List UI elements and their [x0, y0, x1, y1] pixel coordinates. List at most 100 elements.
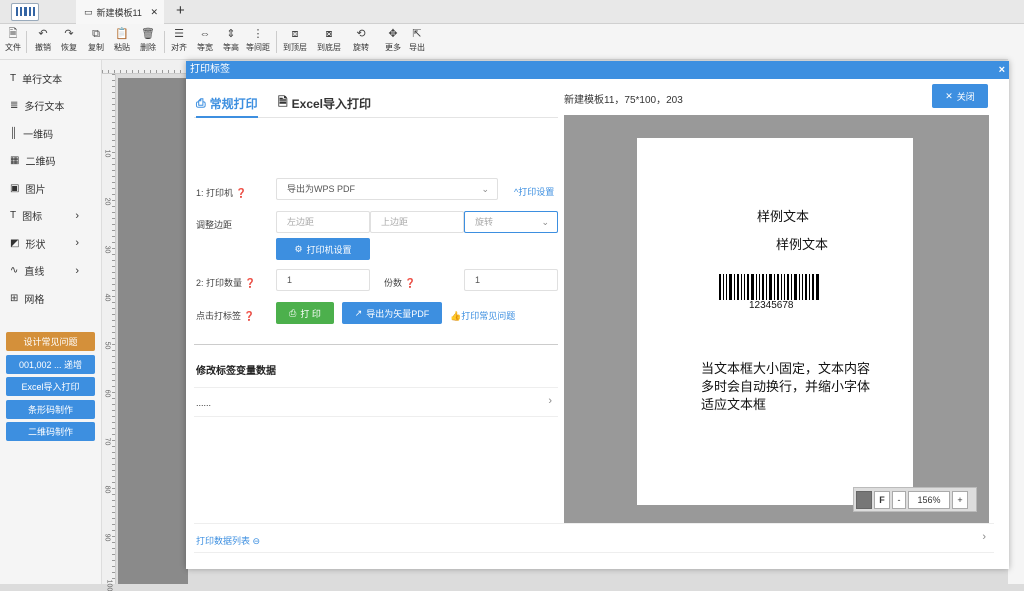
sidebar-button-2[interactable]: Excel导入打印: [6, 377, 95, 396]
variables-row[interactable]: ...... ›: [194, 387, 558, 417]
chevron-right-icon: ›: [75, 264, 79, 277]
print-button[interactable]: ⎙ 打 印: [276, 302, 334, 324]
sidebar-item-1[interactable]: ≣ 多行文本: [10, 97, 95, 115]
sidebar-item-label: 直线: [24, 267, 45, 278]
barcode-bar: [756, 274, 757, 300]
toolbar-button-14[interactable]: ⇱ 导出: [402, 27, 432, 53]
arrow-up-right-icon: ↗: [354, 307, 363, 318]
toolbar-button-5[interactable]: 🗑 删除: [133, 27, 163, 53]
sidebar-item-6[interactable]: ◩ 形状 ›: [10, 234, 95, 252]
image-icon: ▣: [10, 182, 20, 194]
ruler-mark: 20: [103, 197, 111, 206]
print-faq-link[interactable]: 👍打印常见问题: [450, 309, 515, 322]
sidebar-item-7[interactable]: ∿ 直线 ›: [10, 262, 95, 280]
tab-template[interactable]: ▭ 新建模板11 ✕: [76, 0, 164, 24]
tab-normal-print[interactable]: ⎙ 常规打印: [196, 90, 258, 118]
toolbar-label: 文件: [5, 43, 21, 52]
close-preview-button[interactable]: ✕ 关闭: [932, 84, 988, 108]
copies-input[interactable]: 1: [464, 269, 558, 291]
barcode-bar: [769, 274, 772, 300]
sidebar-item-label: 二维码: [25, 157, 56, 168]
quantity-input[interactable]: 1: [276, 269, 370, 291]
printer-settings-link[interactable]: ^打印设置: [514, 185, 554, 198]
sidebar-item-5[interactable]: T 图标 ›: [10, 207, 95, 225]
sidebar-item-0[interactable]: T 单行文本: [10, 69, 95, 87]
sidebar-item-2[interactable]: ║ 一维码: [10, 124, 95, 142]
chevron-down-icon: ⌄: [541, 217, 549, 227]
rotate-select[interactable]: 旋转 ⌄: [464, 211, 558, 233]
zoom-in-button[interactable]: +: [952, 490, 968, 509]
sidebar-item-label: 图标: [22, 212, 43, 223]
preview-header: 新建模板11，75*100，203: [564, 95, 683, 106]
toolbar-label: 导出: [409, 43, 425, 52]
dialog-close-icon[interactable]: ×: [999, 61, 1005, 79]
barcode-bar: [791, 274, 792, 300]
document-icon: ▭: [84, 6, 93, 17]
ruler-left: 10 20 30 40 50 60 70 80 90 100: [102, 74, 116, 591]
toolbar-button-12[interactable]: ⟲ 旋转: [346, 27, 376, 53]
sidebar-button-3[interactable]: 条形码制作: [6, 399, 95, 419]
tab-close-icon[interactable]: ✕: [150, 7, 158, 18]
tab-excel-print[interactable]: 🗎 Excel导入打印: [278, 90, 371, 116]
toolbar-button-9[interactable]: ⋮ 等间距: [243, 27, 273, 53]
top-margin-input[interactable]: 上边距: [370, 211, 464, 233]
sidebar-button-0[interactable]: 设计常见问题: [6, 332, 95, 351]
left-margin-input[interactable]: 左边距: [276, 211, 370, 233]
toolbar-separator: [164, 31, 165, 53]
help-icon: ❓: [404, 278, 416, 288]
toolbar-label: 对齐: [171, 43, 187, 52]
new-tab-button[interactable]: +: [176, 2, 185, 19]
toolbar-label: 等宽: [197, 43, 213, 52]
barcode-bar: [809, 274, 810, 300]
rotate-icon: ⟲: [356, 28, 366, 40]
label-preview: 样例文本 样例文本 12345678 当文本框大小固定，文本内容多时会自动换行，…: [564, 115, 989, 524]
divider: [194, 344, 558, 345]
barcode-bar: [726, 274, 727, 300]
sidebar-item-8[interactable]: ⊞ 网格: [10, 289, 95, 307]
sample-text-1: 样例文本: [757, 209, 810, 224]
toolbar-button-2[interactable]: ↷ 恢复: [54, 27, 84, 53]
barcode-bar: [741, 274, 742, 300]
toolbar-button-8[interactable]: ⇕ 等高: [216, 27, 246, 53]
sidebar-item-4[interactable]: ▣ 图片: [10, 179, 95, 197]
barcode-bar: [766, 274, 767, 300]
sidebar-button-1[interactable]: 001,002 ... 递增: [6, 354, 95, 374]
toolbar-button-10[interactable]: ⧈ 到顶层: [280, 27, 310, 53]
equal-height-icon: ⇕: [226, 28, 236, 40]
barcode-bar: [794, 274, 797, 300]
sample-text-2: 样例文本: [776, 237, 829, 252]
toolbar-label: 删除: [140, 43, 156, 52]
tab-normal-label: 常规打印: [209, 96, 258, 111]
sidebar-item-3[interactable]: ▦ 二维码: [10, 152, 95, 170]
help-icon: ❓: [243, 311, 255, 321]
zoom-fit-button[interactable]: F: [874, 490, 890, 509]
printer-select[interactable]: 导出为WPS PDF ⌄: [276, 178, 498, 200]
toolbar-label: 粘贴: [114, 43, 130, 52]
toolbar-button-11[interactable]: ⧇ 到底层: [314, 27, 344, 53]
printer-label: 1: 打印机 ❓: [196, 188, 247, 198]
barcode-bar: [729, 274, 732, 300]
sidebar-item-label: 多行文本: [24, 102, 65, 113]
toolbar-button-0[interactable]: 🗎 文件: [0, 27, 28, 53]
toolbar-label: 等间距: [246, 43, 270, 52]
toolbar-label: 到顶层: [283, 43, 307, 52]
tab-title: 新建模板11: [96, 7, 142, 18]
barcode-bar: [812, 274, 814, 300]
barcode-bar: [762, 274, 764, 300]
zoom-out-button[interactable]: -: [892, 490, 906, 509]
icon-icon: T: [10, 210, 17, 221]
app-logo: [11, 3, 39, 21]
sample-paragraph: 当文本框大小固定，文本内容多时会自动换行，并缩小字体适应文本框: [701, 361, 871, 412]
print-data-list-bar[interactable]: 打印数据列表 ⊖ ›: [194, 523, 994, 553]
color-swatch[interactable]: [856, 490, 872, 509]
export-pdf-button[interactable]: ↗ 导出为矢量PDF: [342, 302, 442, 324]
send-back-icon: ⧇: [325, 28, 333, 40]
printer-settings-button[interactable]: ⚙ 打印机设置: [276, 238, 370, 260]
barcode-bar: [719, 274, 721, 300]
toolbar: 🗎 文件 ↶ 撤销 ↷ 恢复 ⧉ 复制 📋 粘贴 🗑 删除 ☰ 对齐 ⇔ 等宽 ⇕ 等高 ⋮ 等间距 ⧈ 到顶层 ⧇ 到底层 ⟲…: [0, 24, 1024, 60]
quantity-label: 2: 打印数量 ❓: [196, 278, 256, 288]
sidebar-button-4[interactable]: 二维码制作: [6, 422, 95, 441]
equal-spacing-icon: ⋮: [252, 28, 264, 40]
sidebar: T 单行文本 ≣ 多行文本 ║ 一维码 ▦ 二维码 ▣ 图片 T 图标 › ◩ 形状 › ∿ 直线 › ⊞ 网格 设计常见…: [0, 60, 102, 584]
sidebar-item-label: 图片: [25, 184, 46, 196]
